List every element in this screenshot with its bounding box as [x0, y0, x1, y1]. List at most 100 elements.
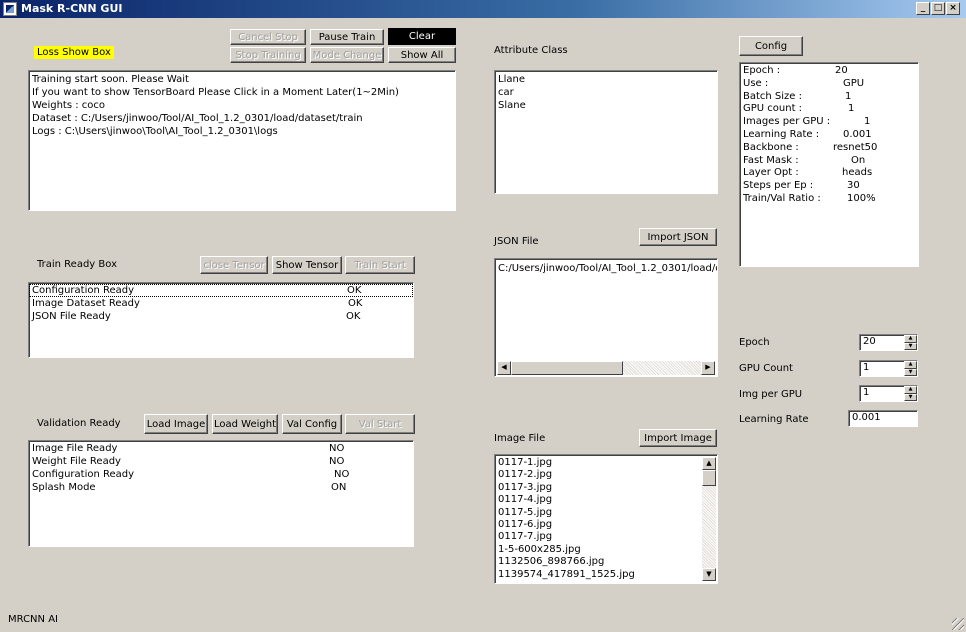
- gpu-count-value: 1: [863, 362, 870, 373]
- list-item[interactable]: 1132506_898766.jpg: [495, 556, 717, 568]
- clear-button[interactable]: Clear: [388, 28, 456, 45]
- list-item[interactable]: Configuration Ready OK: [29, 284, 413, 297]
- val-start-button[interactable]: Val Start: [345, 414, 415, 434]
- config-entry: Fast Mask : On: [743, 154, 866, 166]
- config-button[interactable]: Config: [739, 36, 803, 56]
- log-line: Training start soon. Please Wait: [32, 74, 189, 85]
- close-tensor-button[interactable]: close Tensor: [200, 256, 268, 274]
- log-line: Weights : coco: [32, 100, 106, 111]
- cancel-stop-button[interactable]: Cancel Stop: [230, 29, 306, 45]
- config-entry: Use : GPU: [743, 77, 865, 89]
- list-item[interactable]: 0117-2.jpg: [495, 469, 717, 481]
- load-image-button[interactable]: Load Image: [144, 414, 208, 434]
- log-line: Logs : C:\Users\jinwoo\Tool\AI_Tool_1.2_…: [32, 126, 278, 137]
- attribute-class-list[interactable]: Llane car Slane: [494, 70, 718, 194]
- resize-grip-icon[interactable]: [952, 618, 964, 630]
- list-item[interactable]: Llane: [495, 73, 717, 86]
- stop-training-button[interactable]: Stop Training: [230, 47, 306, 63]
- learning-rate-input[interactable]: 0.001: [848, 410, 918, 427]
- scroll-thumb[interactable]: [702, 470, 716, 486]
- config-entry: Learning Rate :0.001: [743, 128, 872, 140]
- img-per-gpu-value: 1: [863, 387, 870, 398]
- image-file-list[interactable]: 0117-1.jpg 0117-2.jpg 0117-3.jpg 0117-4.…: [494, 454, 718, 584]
- row-status: NO: [329, 456, 345, 467]
- img-per-gpu-spinner[interactable]: 1 ▲ ▼: [859, 385, 918, 402]
- spin-down-icon[interactable]: ▼: [904, 342, 917, 350]
- list-item[interactable]: Slane: [495, 99, 717, 112]
- list-item[interactable]: 0117-4.jpg: [495, 494, 717, 506]
- gpu-count-label: GPU Count: [739, 363, 793, 374]
- list-item[interactable]: 1139574_417891_1525.jpg: [495, 569, 717, 581]
- row-status: NO: [329, 443, 345, 454]
- load-weight-button[interactable]: Load Weight: [212, 414, 278, 434]
- scroll-left-icon[interactable]: ◀: [497, 361, 511, 375]
- learning-rate-label: Learning Rate: [739, 414, 809, 425]
- scroll-thumb[interactable]: [511, 361, 623, 375]
- list-item[interactable]: 0117-1.jpg: [495, 457, 717, 469]
- list-item[interactable]: JSON File Ready OK: [29, 310, 413, 323]
- config-entry: Steps per Ep :30: [743, 180, 860, 192]
- list-item[interactable]: 0117-6.jpg: [495, 519, 717, 531]
- mode-change-button[interactable]: Mode Change: [310, 47, 384, 63]
- log-line: If you want to show TensorBoard Please C…: [32, 87, 399, 98]
- spin-up-icon[interactable]: ▲: [904, 386, 917, 394]
- list-item[interactable]: 1-5-600x285.jpg: [495, 544, 717, 556]
- json-path: C:/Users/jinwoo/Tool/AI_Tool_1.2_0301/lo…: [498, 263, 718, 274]
- validation-list[interactable]: Image File Ready NO Weight File Ready NO C…: [28, 440, 414, 547]
- scroll-right-icon[interactable]: ▶: [701, 361, 715, 375]
- train-start-button[interactable]: Train Start: [345, 256, 415, 274]
- config-entry: GPU count :1: [743, 103, 855, 115]
- row-status: ON: [331, 482, 347, 493]
- train-ready-label: Train Ready Box: [37, 259, 117, 270]
- loss-show-box-label: Loss Show Box: [34, 46, 114, 59]
- list-item[interactable]: Image File Ready NO: [29, 442, 413, 455]
- epoch-spinner[interactable]: 20 ▲ ▼: [859, 334, 918, 351]
- row-name: Weight File Ready: [32, 456, 121, 467]
- row-name: Configuration Ready: [32, 285, 135, 296]
- app-icon: [3, 2, 17, 16]
- attribute-class-label: Attribute Class: [494, 45, 568, 56]
- list-item[interactable]: 0117-3.jpg: [495, 482, 717, 494]
- config-entry: Backbone : resnet50: [743, 141, 878, 153]
- horizontal-scrollbar[interactable]: ◀ ▶: [497, 361, 715, 375]
- import-image-button[interactable]: Import Image: [639, 429, 717, 447]
- config-entry: Epoch :20: [743, 65, 848, 76]
- spin-up-icon[interactable]: ▲: [904, 361, 917, 369]
- show-all-button[interactable]: Show All: [388, 47, 456, 63]
- pause-train-button[interactable]: Pause Train: [310, 29, 384, 45]
- spin-up-icon[interactable]: ▲: [904, 335, 917, 343]
- config-summary-box: Epoch :20 Use : GPU Batch Size :1 GPU cou…: [739, 62, 919, 267]
- spin-down-icon[interactable]: ▼: [904, 368, 917, 376]
- show-tensor-button[interactable]: Show Tensor: [272, 256, 342, 274]
- row-name: Splash Mode: [32, 482, 96, 493]
- status-text: MRCNN AI: [8, 614, 58, 625]
- row-name: Configuration Ready: [32, 469, 135, 480]
- list-item[interactable]: car: [495, 86, 717, 99]
- row-name: Image Dataset Ready: [32, 298, 140, 309]
- list-item[interactable]: Splash Mode ON: [29, 481, 413, 494]
- list-item[interactable]: 0117-5.jpg: [495, 507, 717, 519]
- loss-log-box[interactable]: Training start soon. Please Wait If you …: [28, 70, 456, 211]
- list-item[interactable]: Image Dataset Ready OK: [29, 297, 413, 310]
- epoch-label: Epoch: [739, 337, 770, 348]
- spin-down-icon[interactable]: ▼: [904, 393, 917, 401]
- import-json-button[interactable]: Import JSON: [639, 228, 717, 246]
- minimize-icon[interactable]: _: [916, 2, 930, 15]
- scroll-down-icon[interactable]: ▼: [702, 568, 716, 581]
- list-item[interactable]: Configuration Ready NO: [29, 468, 413, 481]
- train-ready-list[interactable]: Configuration Ready OK Image Dataset Read…: [28, 282, 414, 358]
- list-item[interactable]: Weight File Ready NO: [29, 455, 413, 468]
- config-entry: Train/Val Ratio :100%: [743, 192, 876, 204]
- vertical-scrollbar[interactable]: ▲ ▼: [702, 457, 716, 581]
- row-name: JSON File Ready: [32, 311, 111, 322]
- list-item[interactable]: 0117-7.jpg: [495, 531, 717, 543]
- json-file-box[interactable]: C:/Users/jinwoo/Tool/AI_Tool_1.2_0301/lo…: [494, 258, 718, 377]
- val-config-button[interactable]: Val Config: [282, 414, 342, 434]
- json-file-label: JSON File: [494, 236, 539, 247]
- gpu-count-spinner[interactable]: 1 ▲ ▼: [859, 360, 918, 377]
- close-icon[interactable]: ×: [946, 2, 960, 15]
- row-status: OK: [347, 285, 362, 296]
- scroll-up-icon[interactable]: ▲: [702, 457, 716, 470]
- validation-ready-label: Validation Ready: [37, 418, 121, 429]
- maximize-icon[interactable]: □: [931, 2, 945, 15]
